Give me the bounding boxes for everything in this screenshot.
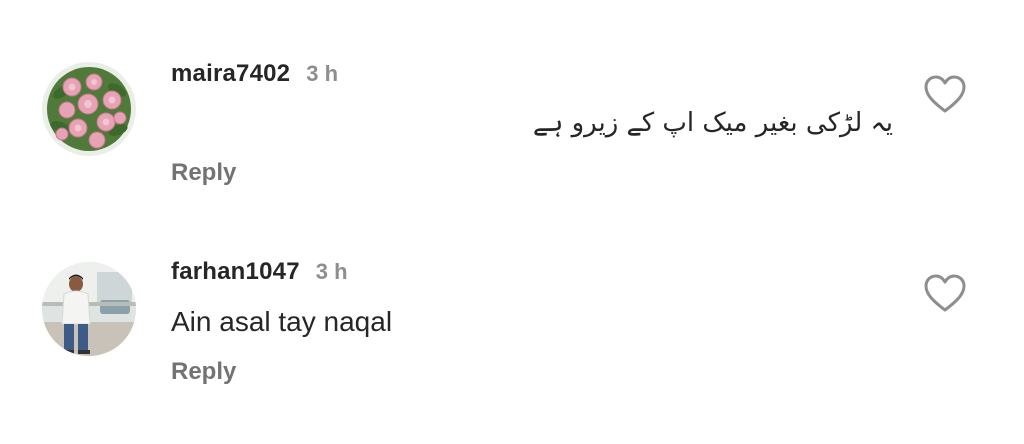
comment-header: maira7402 3 h [171,60,338,88]
man-portrait-avatar-image [42,262,136,356]
username[interactable]: farhan1047 [171,258,300,286]
timestamp: 3 h [306,61,339,86]
avatar[interactable] [42,62,136,156]
heart-outline-icon[interactable] [923,273,967,313]
comment-item: farhan1047 3 h Ain asal tay naqal Reply [0,220,1024,444]
comment-item: maira7402 3 h یہ لڑکی بغیر میک اپ کے زیر… [0,0,1024,220]
reply-button[interactable]: Reply [171,159,236,187]
comment-text: Ain asal tay naqal [171,306,393,337]
comment-header: farhan1047 3 h [171,258,348,286]
heart-outline-icon[interactable] [923,74,967,114]
username[interactable]: maira7402 [171,60,290,88]
roses-bouquet-avatar-image [42,62,136,156]
timestamp: 3 h [315,259,348,284]
avatar[interactable] [42,262,136,356]
reply-button[interactable]: Reply [171,358,236,386]
comment-text: یہ لڑکی بغیر میک اپ کے زیرو ہے [532,108,893,138]
